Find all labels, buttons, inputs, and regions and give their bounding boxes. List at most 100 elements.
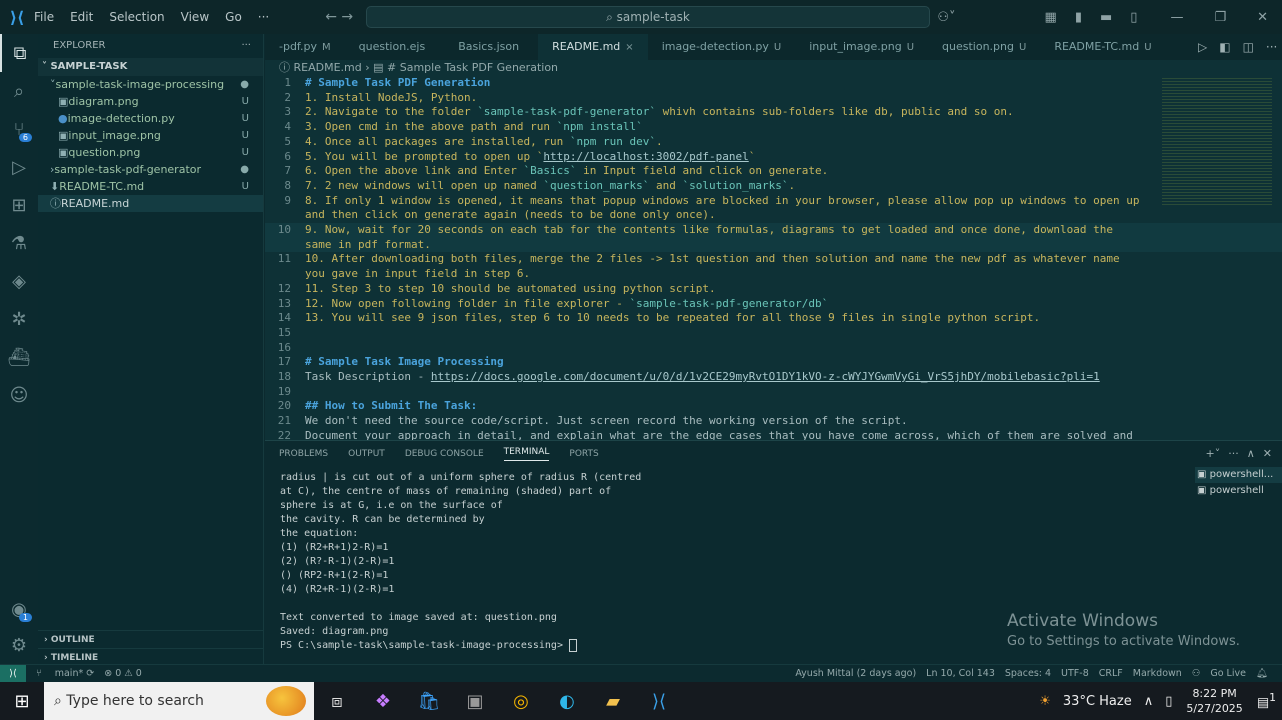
panel-tab-output[interactable]: OUTPUT (348, 449, 385, 459)
open-preview-icon[interactable]: ◧ (1219, 40, 1230, 54)
run-icon[interactable]: ▷ (1198, 40, 1207, 54)
weather[interactable]: 33°C Haze (1063, 694, 1132, 709)
code-line[interactable]: 8 7. 2 new windows will open up named `qu… (265, 179, 1282, 194)
terminal-output[interactable]: radius | is cut out of a uniform sphere … (280, 471, 641, 653)
code-line[interactable]: 5 4. Once all packages are installed, run… (265, 135, 1282, 150)
language-mode[interactable]: Markdown (1133, 665, 1182, 683)
docker-icon[interactable]: ⛴ (0, 338, 38, 376)
run-debug-icon[interactable]: ▷ (0, 148, 38, 186)
source-control-icon[interactable]: ⑂ 6 (0, 110, 38, 148)
panel-tab-debug-console[interactable]: DEBUG CONSOLE (405, 449, 484, 459)
tab[interactable]: image-detection.py U (648, 34, 796, 60)
code-line[interactable]: 17 # Sample Task Image Processing (265, 355, 1282, 370)
code-line[interactable]: 21 We don't need the source code/script. … (265, 414, 1282, 429)
command-center-search[interactable]: ⌕ sample-task (366, 6, 930, 28)
code-line[interactable]: 10 9. Now, wait for 20 seconds on each ta… (265, 223, 1282, 253)
explorer-icon[interactable]: ⧉ (0, 34, 38, 72)
clock[interactable]: 8:22 PM 5/27/2025 (1186, 686, 1242, 716)
tab[interactable]: question.ejs (345, 34, 445, 60)
remote-indicator-icon[interactable]: ⟩⟨ (0, 664, 26, 683)
toggle-sidebar-icon[interactable]: ▮ (1075, 10, 1082, 25)
terminal-item[interactable]: ▣ powershell... (1195, 467, 1282, 483)
tree-item[interactable]: ▣ input_image.png U (38, 127, 263, 144)
tab[interactable]: README.md × (538, 34, 648, 60)
minimize-button[interactable]: — (1170, 10, 1183, 25)
branch-indicator[interactable]: ⑂ main* ⟳ (36, 668, 94, 679)
close-panel-icon[interactable]: ✕ (1263, 447, 1272, 460)
code-line[interactable]: 3 2. Navigate to the folder `sample-task-… (265, 105, 1282, 120)
account-icon[interactable]: ◉ 1 (0, 590, 38, 628)
code-line[interactable]: 19 (265, 385, 1282, 400)
cursor-position[interactable]: Ln 10, Col 143 (926, 665, 995, 683)
code-line[interactable]: 9 8. If only 1 window is opened, it means… (265, 194, 1282, 223)
menu-edit[interactable]: Edit (70, 10, 93, 24)
close-window-button[interactable]: ✕ (1257, 10, 1268, 25)
code-line[interactable]: 7 6. Open the above link and Enter `Basic… (265, 164, 1282, 179)
forward-arrow-icon[interactable]: → (341, 9, 353, 25)
copilot-icon[interactable]: ☺ (0, 376, 38, 414)
file-explorer-icon[interactable]: ▰ (590, 691, 636, 712)
code-line[interactable]: 20 ## How to Submit The Task: (265, 399, 1282, 414)
copilot-status-icon[interactable]: ⚇ (1192, 665, 1201, 683)
code-line[interactable]: 16 (265, 341, 1282, 356)
line-ending[interactable]: CRLF (1099, 665, 1123, 683)
code-line[interactable]: 6 5. You will be prompted to open up `htt… (265, 150, 1282, 165)
panel-tab-ports[interactable]: PORTS (569, 449, 598, 459)
copilot-icon[interactable]: ⚇˅ (937, 10, 955, 25)
menu-file[interactable]: File (34, 10, 54, 24)
taskbar-search[interactable]: ⌕ Type here to search (44, 682, 314, 720)
extensions-icon[interactable]: ⊞ (0, 186, 38, 224)
settings-gear-icon[interactable]: ⚙ (0, 626, 38, 664)
code-line[interactable]: 2 1. Install NodeJS, Python. (265, 91, 1282, 106)
tree-item[interactable]: ● image-detection.py U (38, 110, 263, 127)
explorer-more-button[interactable]: ··· (241, 34, 251, 58)
notification-center-icon[interactable]: ▤1 (1257, 691, 1276, 710)
show-hidden-icons[interactable]: ∧ (1144, 694, 1154, 709)
tree-item[interactable]: ▣ diagram.png U (38, 93, 263, 110)
indentation[interactable]: Spaces: 4 (1005, 665, 1051, 683)
back-arrow-icon[interactable]: ← (325, 9, 337, 25)
tab[interactable]: README-TC.md U (1040, 34, 1165, 60)
link[interactable]: http://localhost:3002/pdf-panel (543, 150, 748, 163)
weather-icon[interactable]: ☀ (1039, 694, 1051, 709)
git-blame[interactable]: Ayush Mittal (2 days ago) (795, 665, 916, 683)
menu-view[interactable]: View (181, 10, 209, 24)
vscode-taskbar-icon[interactable]: ⟩⟨ (636, 691, 682, 712)
code-line[interactable]: 13 12. Now open following folder in file … (265, 297, 1282, 312)
tree-item[interactable]: ˅ sample-task-image-processing ● (38, 76, 263, 93)
app-icon[interactable]: ▣ (452, 691, 498, 712)
menu-more[interactable]: ··· (258, 10, 269, 24)
code-line[interactable]: 15 (265, 326, 1282, 341)
microsoft-store-icon[interactable]: 🛍︎ (406, 691, 452, 712)
code-line[interactable]: 18 Task Description - https://docs.google… (265, 370, 1282, 385)
edge-icon[interactable]: ◐ (544, 691, 590, 712)
code-line[interactable]: 11 10. After downloading both files, merg… (265, 252, 1282, 281)
testing-icon[interactable]: ⚗ (0, 224, 38, 262)
tree-item[interactable]: ⓘ README.md (38, 195, 263, 212)
code-line[interactable]: 22 Document your approach in detail, and … (265, 429, 1282, 440)
go-live-button[interactable]: Go Live (1210, 665, 1246, 683)
split-editor-icon[interactable]: ◫ (1243, 40, 1254, 54)
task-view-icon[interactable]: ⧈ (314, 691, 360, 712)
tree-item[interactable]: › sample-task-pdf-generator ● (38, 161, 263, 178)
code-line[interactable]: 14 13. You will see 9 json files, step 6 … (265, 311, 1282, 326)
copilot-app-icon[interactable]: ❖ (360, 691, 406, 712)
code-line[interactable]: 1 # Sample Task PDF Generation (265, 76, 1282, 91)
tab[interactable]: -pdf.py M (265, 34, 345, 60)
windows-start-icon[interactable]: ⊞ (0, 691, 44, 712)
maximize-panel-icon[interactable]: ∧ (1247, 447, 1255, 460)
tab[interactable]: Basics.json (444, 34, 538, 60)
toggle-secondary-sidebar-icon[interactable]: ▯ (1130, 10, 1137, 25)
toggle-panel-icon[interactable]: ▬ (1100, 10, 1112, 25)
menu-go[interactable]: Go (225, 10, 242, 24)
tree-item[interactable]: ▣ question.png U (38, 144, 263, 161)
restore-button[interactable]: ❐ (1214, 10, 1226, 25)
new-terminal-icon[interactable]: +˅ (1206, 447, 1221, 460)
chrome-icon[interactable]: ◎ (498, 691, 544, 712)
remote-explorer-icon[interactable]: ✲ (0, 300, 38, 338)
more-actions-icon[interactable]: ··· (1266, 40, 1277, 54)
more-icon[interactable]: ··· (1228, 447, 1239, 460)
panel-tab-terminal[interactable]: TERMINAL (503, 447, 550, 461)
minimap[interactable] (1162, 76, 1272, 206)
network-icon[interactable]: ▯ (1165, 694, 1172, 709)
